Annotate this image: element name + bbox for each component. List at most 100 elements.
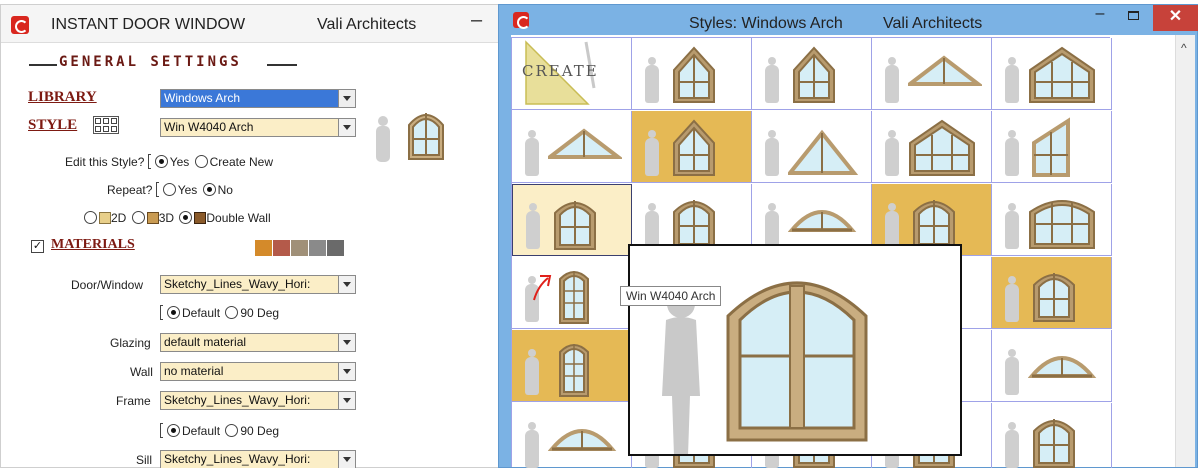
maximize-icon: [1127, 11, 1139, 20]
frame-90deg-radio[interactable]: [225, 424, 239, 437]
repeat-yes-radio[interactable]: [162, 183, 176, 196]
person-silhouette-icon: [525, 203, 541, 249]
left-window-title: INSTANT DOOR WINDOW: [51, 16, 246, 33]
window-icon: [1033, 419, 1075, 468]
window-icon: [1029, 46, 1095, 103]
window-icon: [1033, 273, 1075, 322]
person-silhouette-icon: [644, 57, 660, 103]
window-icon: [554, 201, 596, 250]
style-thumbnail[interactable]: [992, 330, 1112, 402]
create-label: CREATE: [522, 62, 599, 80]
style-thumbnail[interactable]: [512, 403, 632, 468]
mode-3d-radio[interactable]: [131, 211, 145, 224]
window-icon: [1028, 356, 1097, 378]
window-icon: [673, 119, 715, 176]
edit-yes-radio[interactable]: [154, 155, 168, 168]
glazing-select[interactable]: default material: [160, 333, 356, 352]
style-thumbnail[interactable]: [632, 111, 752, 183]
style-thumbnail[interactable]: [752, 38, 872, 110]
edit-create-radio[interactable]: [194, 155, 208, 168]
repeat-no-radio[interactable]: [202, 183, 216, 196]
style-thumbnail[interactable]: [992, 184, 1112, 256]
style-select[interactable]: Win W4040 Arch: [160, 118, 356, 137]
door-window-select[interactable]: Sketchy_Lines_Wavy_Hori:: [160, 275, 356, 294]
frame-default-radio[interactable]: [167, 424, 180, 437]
person-silhouette: [662, 290, 700, 454]
swatch-3: [291, 240, 308, 256]
3d-icon: [146, 212, 159, 224]
styles-window-company: Vali Architects: [883, 15, 983, 32]
window-icon: [793, 46, 835, 103]
person-silhouette-icon: [1004, 276, 1020, 322]
library-label: LIBRARY: [28, 89, 97, 105]
style-preview-popup: [628, 244, 962, 456]
style-thumbnail[interactable]: [992, 257, 1112, 329]
person-silhouette-icon: [884, 57, 900, 103]
person-silhouette-icon: [764, 130, 780, 176]
person-silhouette-icon: [644, 203, 660, 249]
chevron-down-icon[interactable]: [338, 119, 355, 136]
style-thumbnail[interactable]: CREATE: [512, 38, 632, 110]
door-window-label: Door/Window: [71, 278, 144, 292]
frame-select[interactable]: Sketchy_Lines_Wavy_Hori:: [160, 391, 356, 410]
left-minimize-button[interactable]: –: [471, 9, 482, 32]
double-wall-icon: [194, 212, 207, 224]
wall-label: Wall: [130, 365, 153, 379]
style-preview-thumbnail: [376, 113, 444, 162]
chevron-down-icon[interactable]: [338, 334, 355, 351]
chevron-down-icon[interactable]: [338, 363, 355, 380]
scroll-up-icon: ^: [1181, 41, 1187, 55]
style-thumbnail[interactable]: [872, 38, 992, 110]
window-icon: [559, 344, 589, 397]
swatch-5: [327, 240, 344, 256]
sill-label: Sill: [136, 453, 153, 467]
close-button[interactable]: ✕: [1153, 5, 1198, 31]
materials-checkbox[interactable]: ✓: [31, 240, 44, 253]
person-silhouette-icon: [1004, 349, 1020, 395]
materials-label: MATERIALS: [51, 237, 135, 252]
swatch-1: [255, 240, 272, 256]
window-icon: [673, 46, 715, 103]
chevron-down-icon[interactable]: [338, 276, 355, 293]
person-silhouette-icon: [764, 57, 780, 103]
style-thumbnail[interactable]: [632, 38, 752, 110]
style-thumbnail[interactable]: [872, 111, 992, 183]
person-silhouette-icon: [764, 203, 780, 249]
style-thumbnail[interactable]: [752, 111, 872, 183]
door-window-orient-row: Default 90 Deg: [160, 305, 279, 320]
style-label: STYLE: [28, 117, 78, 133]
minimize-button[interactable]: –: [1087, 5, 1113, 31]
style-thumbnail[interactable]: [992, 403, 1112, 468]
dw-90deg-radio[interactable]: [225, 306, 239, 319]
style-thumbnail[interactable]: [512, 184, 632, 256]
person-silhouette-icon: [1004, 422, 1020, 468]
style-thumbnail[interactable]: [512, 111, 632, 183]
person-silhouette-icon: [884, 203, 900, 249]
sketchup-app-icon: [11, 16, 29, 34]
chevron-down-icon[interactable]: [338, 90, 355, 107]
sketchup-app-icon: [513, 12, 530, 29]
chevron-down-icon[interactable]: [338, 392, 355, 409]
library-select[interactable]: Windows Arch: [160, 89, 356, 108]
style-thumbnail[interactable]: [992, 38, 1112, 110]
style-grid-icon[interactable]: [93, 116, 119, 134]
window-icon: [1032, 117, 1070, 177]
person-silhouette-icon: [524, 349, 540, 395]
edit-style-row: Edit this Style? Yes Create New: [65, 154, 273, 169]
frame-label: Frame: [116, 394, 151, 408]
maximize-button[interactable]: [1119, 5, 1147, 31]
person-silhouette-icon: [1004, 203, 1020, 249]
dw-default-radio[interactable]: [167, 306, 180, 319]
wall-select[interactable]: no material: [160, 362, 356, 381]
mode-2d-radio[interactable]: [84, 211, 97, 224]
left-title-bar[interactable]: INSTANT DOOR WINDOW Vali Architects –: [1, 5, 499, 43]
person-silhouette-icon: [524, 422, 540, 468]
person-silhouette-icon: [1004, 57, 1020, 103]
style-thumbnail[interactable]: [992, 111, 1112, 183]
style-thumbnail[interactable]: [512, 330, 632, 402]
vertical-scrollbar[interactable]: ^: [1175, 35, 1195, 467]
mode-double-wall-radio[interactable]: [179, 211, 193, 224]
chevron-down-icon[interactable]: [338, 451, 355, 468]
window-icon: [909, 119, 975, 176]
sill-select[interactable]: Sketchy_Lines_Wavy_Hori:: [160, 450, 356, 468]
